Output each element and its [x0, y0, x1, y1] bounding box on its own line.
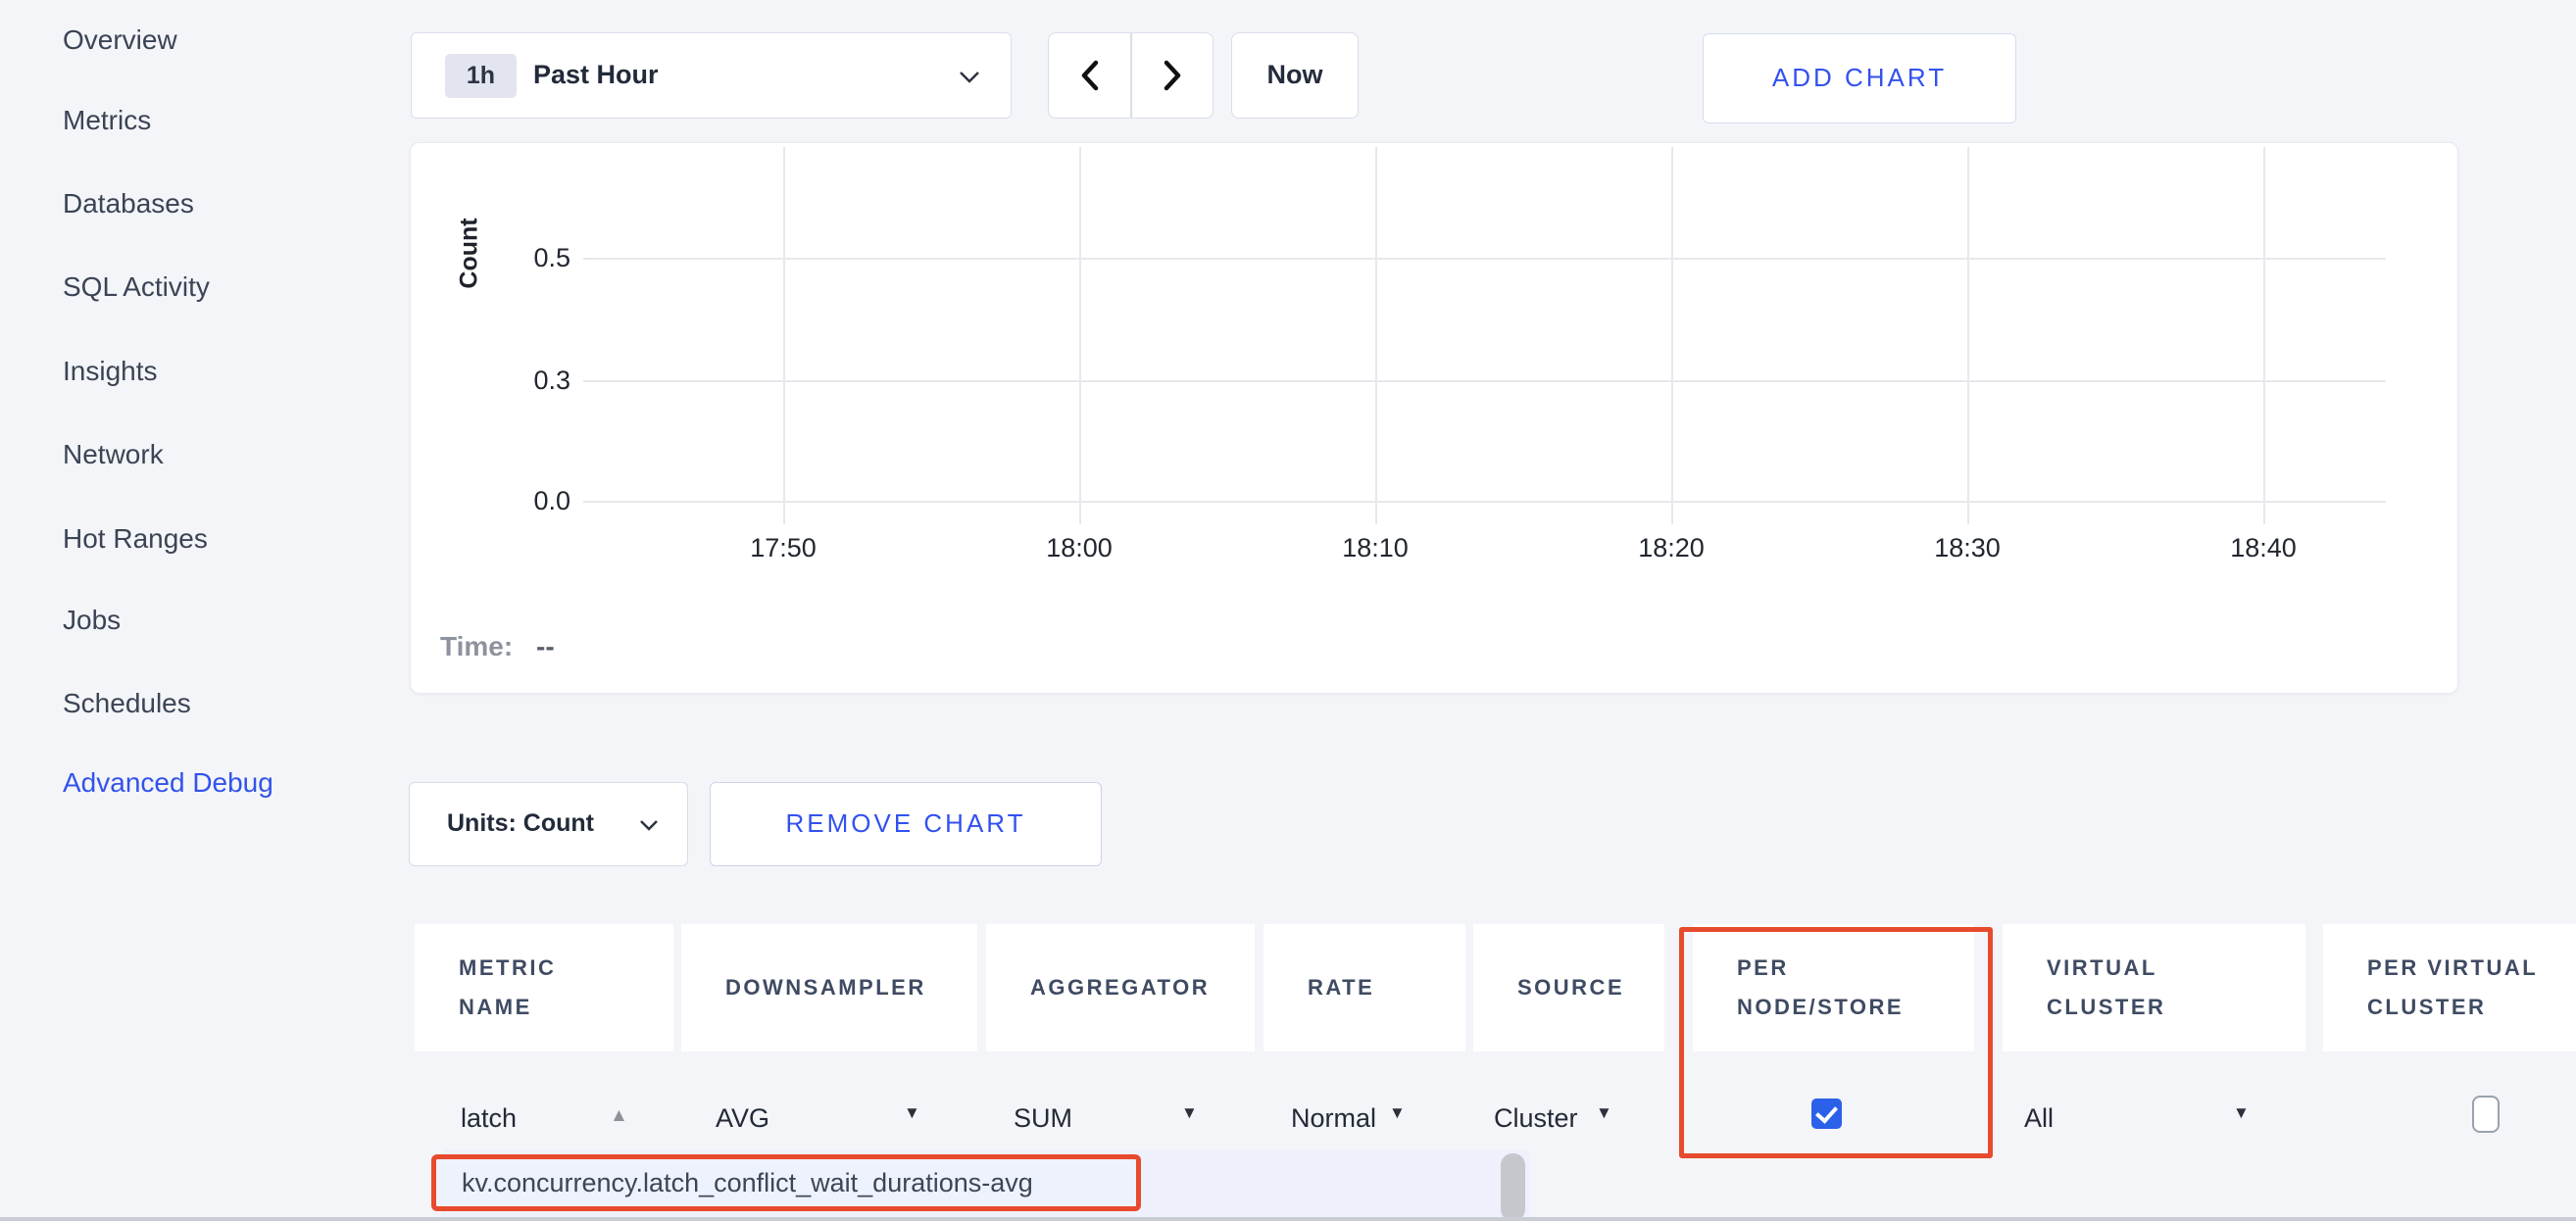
gridline-vertical [1967, 147, 1969, 524]
triangle-down-icon[interactable]: ▼ [1389, 1103, 1406, 1123]
bottom-edge-divider [0, 1217, 2576, 1221]
gridline-vertical [2263, 147, 2265, 524]
x-tick-label: 18:10 [1307, 533, 1444, 563]
time-window-label: Past Hour [533, 33, 659, 117]
column-header-per-node-store: PERNODE/STORE [1693, 924, 1974, 1051]
gridline-vertical [1671, 147, 1673, 524]
gridline-horizontal [583, 380, 2386, 382]
metric-suggestion-item[interactable]: kv.concurrency.latch_conflict_wait_durat… [431, 1154, 1141, 1211]
hover-time-value: -- [536, 631, 555, 662]
sidebar-item-jobs[interactable]: Jobs [63, 603, 121, 638]
source-select[interactable]: Cluster [1494, 1099, 1578, 1137]
metric-suggestion-text: kv.concurrency.latch_conflict_wait_durat… [462, 1159, 1033, 1206]
chart-card: Count 0.5 0.3 0.0 17:50 18:00 18:10 18:2… [410, 142, 2458, 694]
remove-chart-button[interactable]: REMOVE CHART [710, 782, 1102, 866]
per-node-store-checkbox[interactable] [1811, 1099, 1842, 1129]
sidebar-item-sql-activity[interactable]: SQL Activity [63, 269, 210, 305]
gridline-horizontal [583, 258, 2386, 260]
units-select[interactable]: Units: Count [409, 782, 688, 866]
rate-select[interactable]: Normal [1291, 1099, 1376, 1137]
column-header-aggregator: AGGREGATOR [986, 924, 1255, 1051]
add-chart-button[interactable]: ADD CHART [1703, 33, 2016, 123]
chevron-left-icon [1079, 59, 1101, 92]
x-tick-label: 18:30 [1899, 533, 2036, 563]
sidebar-item-network[interactable]: Network [63, 437, 164, 472]
sidebar-item-metrics[interactable]: Metrics [63, 103, 151, 138]
gridline-vertical [783, 147, 785, 524]
chevron-down-icon [957, 68, 982, 85]
hover-time-label: Time: [440, 631, 513, 662]
column-header-downsampler: DOWNSAMPLER [681, 924, 977, 1051]
y-tick-label: 0.5 [504, 241, 570, 274]
triangle-down-icon[interactable]: ▼ [1181, 1103, 1198, 1123]
time-pager [1048, 32, 1214, 119]
y-axis-title: Count [456, 203, 484, 305]
column-header-virtual-cluster: VIRTUALCLUSTER [2003, 924, 2305, 1051]
sidebar-item-databases[interactable]: Databases [63, 186, 194, 221]
virtual-cluster-select[interactable]: All [2024, 1099, 2054, 1137]
time-window-select[interactable]: 1h Past Hour [411, 32, 1012, 119]
gridline-vertical [1079, 147, 1081, 524]
per-virtual-cluster-checkbox[interactable] [2472, 1096, 2500, 1133]
sidebar-item-insights[interactable]: Insights [63, 354, 158, 389]
triangle-down-icon[interactable]: ▼ [2233, 1103, 2250, 1123]
sidebar-item-overview[interactable]: Overview [63, 23, 177, 58]
metric-name-input[interactable]: latch [461, 1099, 517, 1137]
triangle-down-icon[interactable]: ▼ [1596, 1103, 1612, 1123]
units-select-label: Units: Count [447, 783, 594, 864]
sidebar-item-hot-ranges[interactable]: Hot Ranges [63, 521, 208, 557]
scrollbar-thumb[interactable] [1501, 1153, 1525, 1221]
x-tick-label: 17:50 [715, 533, 852, 563]
advanced-debug-custom-chart-page: Overview Metrics Databases SQL Activity … [0, 0, 2576, 1221]
x-tick-label: 18:20 [1603, 533, 1740, 563]
prev-time-button[interactable] [1049, 33, 1130, 118]
next-time-button[interactable] [1131, 33, 1213, 118]
triangle-down-icon[interactable]: ▼ [904, 1103, 920, 1123]
chevron-right-icon [1162, 59, 1183, 92]
y-tick-label: 0.3 [504, 364, 570, 397]
column-header-per-virtual-cluster: PER VIRTUALCLUSTER [2323, 924, 2576, 1051]
sidebar-item-advanced-debug[interactable]: Advanced Debug [63, 765, 273, 801]
downsampler-select[interactable]: AVG [716, 1099, 769, 1137]
y-tick-label: 0.0 [504, 484, 570, 517]
column-header-metric-name: METRICNAME [415, 924, 673, 1051]
aggregator-select[interactable]: SUM [1014, 1099, 1072, 1137]
now-button[interactable]: Now [1231, 32, 1359, 119]
gridline-vertical [1375, 147, 1377, 524]
x-tick-label: 18:00 [1011, 533, 1148, 563]
triangle-up-icon[interactable]: ▲ [610, 1105, 628, 1127]
gridline-horizontal [583, 501, 2386, 503]
sidebar-item-schedules[interactable]: Schedules [63, 686, 191, 721]
column-header-rate: RATE [1263, 924, 1465, 1051]
column-header-source: SOURCE [1473, 924, 1664, 1051]
time-window-badge: 1h [445, 54, 517, 98]
x-tick-label: 18:40 [2195, 533, 2332, 563]
check-icon [1815, 1100, 1838, 1124]
chevron-down-icon [637, 817, 661, 833]
